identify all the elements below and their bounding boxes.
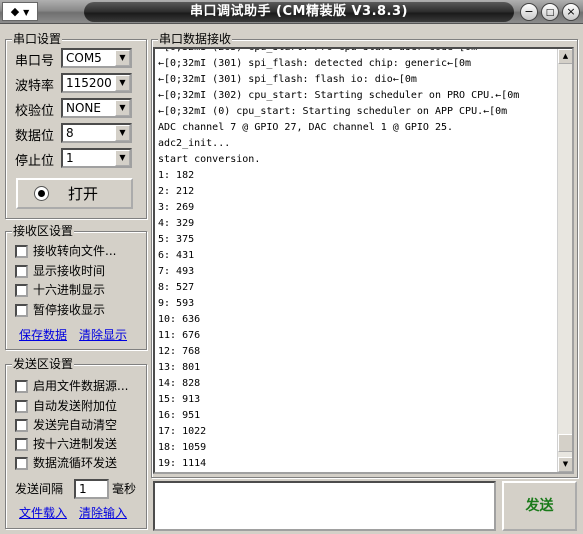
- rx-log-line: 2: 212: [158, 186, 195, 197]
- rx-log-line: adc2_init...: [158, 138, 231, 149]
- checkbox-icon[interactable]: [15, 419, 28, 432]
- checkbox-icon[interactable]: [15, 245, 28, 258]
- rx-option-label: 暂停接收显示: [33, 303, 106, 317]
- rx-log-line: 8: 527: [158, 282, 195, 293]
- parity-value: NONE: [66, 101, 101, 115]
- databits-label: 数据位: [15, 129, 55, 144]
- rx-option-label: 显示接收时间: [33, 264, 106, 278]
- tx-option-label: 自动发送附加位: [33, 399, 118, 413]
- rx-log: ←[0;32mI (263) cpu_start: Pro cpu start …: [158, 47, 520, 472]
- checkbox-icon[interactable]: [15, 438, 28, 451]
- checkbox-icon[interactable]: [15, 380, 28, 393]
- tx-option-label: 发送完自动清空: [33, 418, 118, 432]
- chevron-down-icon[interactable]: ▼: [115, 50, 130, 66]
- chevron-down-icon: ▼: [23, 8, 30, 17]
- clear-display-link[interactable]: 清除显示: [79, 328, 127, 343]
- parity-select[interactable]: NONE ▼: [61, 98, 132, 118]
- checkbox-icon[interactable]: [15, 265, 28, 278]
- chevron-down-icon[interactable]: ▼: [115, 75, 130, 91]
- rx-log-line: 9: 593: [158, 298, 195, 309]
- port-label: 串口号: [15, 54, 55, 69]
- rx-log-line: 11: 676: [158, 330, 201, 341]
- rx-log-line: 4: 329: [158, 218, 195, 229]
- rx-log-line: 18: 1059: [158, 442, 207, 453]
- rx-log-line: 19: 1114: [158, 458, 207, 469]
- rx-log-line: 14: 828: [158, 378, 201, 389]
- rx-log-line: 6: 431: [158, 250, 195, 261]
- stopbits-select[interactable]: 1 ▼: [61, 148, 132, 168]
- rx-log-line: ←[0;32mI (302) cpu_start: Starting sched…: [158, 90, 520, 101]
- chevron-down-icon[interactable]: ▼: [115, 125, 130, 141]
- clear-input-link[interactable]: 清除输入: [79, 506, 127, 521]
- save-data-link[interactable]: 保存数据: [19, 328, 67, 343]
- rx-scrollbar[interactable]: ▲ ▼: [557, 49, 572, 472]
- databits-select[interactable]: 8 ▼: [61, 123, 132, 143]
- rx-log-line: 7: 493: [158, 266, 195, 277]
- stopbits-label: 停止位: [15, 154, 55, 169]
- baud-value: 115200: [66, 76, 112, 90]
- rx-log-line: ←[0;32mI (301) spi_flash: detected chip:…: [158, 58, 472, 69]
- rx-option-label: 接收转向文件...: [33, 244, 117, 258]
- tx-option-label: 按十六进制发送: [33, 437, 118, 451]
- rx-settings-title: 接收区设置: [12, 224, 75, 239]
- rx-log-line: 10: 636: [158, 314, 201, 325]
- chevron-down-icon[interactable]: ▼: [115, 150, 130, 166]
- open-port-button[interactable]: 打开: [16, 178, 133, 209]
- rx-log-line: 16: 951: [158, 410, 201, 421]
- send-interval-label: 发送间隔: [15, 482, 64, 496]
- rx-log-line: ←[0;32mI (263) cpu_start: Pro cpu start …: [158, 47, 478, 53]
- send-interval-unit: 毫秒: [112, 482, 137, 496]
- rx-log-line: 17: 1022: [158, 426, 207, 437]
- minimize-icon: −: [524, 5, 534, 18]
- tx-option-label: 数据流循环发送: [33, 456, 118, 470]
- send-button[interactable]: 发送: [502, 481, 577, 531]
- rx-option-label: 十六进制显示: [33, 283, 106, 297]
- rx-log-line: 12: 768: [158, 346, 201, 357]
- maximize-button[interactable]: □: [541, 3, 559, 21]
- parity-label: 校验位: [15, 104, 55, 119]
- send-input[interactable]: [153, 481, 496, 531]
- scroll-thumb[interactable]: [558, 434, 572, 452]
- rx-log-line: 3: 269: [158, 202, 195, 213]
- window-title: 串口调试助手 (CM精装版 V3.8.3): [84, 2, 514, 22]
- rx-log-line: 13: 801: [158, 362, 201, 373]
- title-bar: ◆ ▼ 串口调试助手 (CM精装版 V3.8.3) − □ ×: [0, 0, 583, 24]
- serial-settings-title: 串口设置: [12, 32, 63, 47]
- maximize-icon: □: [545, 8, 555, 18]
- rx-log-line: 1: 182: [158, 170, 195, 181]
- rx-log-line: 15: 913: [158, 394, 201, 405]
- minimize-button[interactable]: −: [520, 3, 538, 21]
- databits-value: 8: [66, 126, 74, 140]
- baud-select[interactable]: 115200 ▼: [61, 73, 132, 93]
- rx-textarea[interactable]: ←[0;32mI (263) cpu_start: Pro cpu start …: [153, 47, 574, 474]
- checkbox-icon[interactable]: [15, 457, 28, 470]
- scroll-down-icon[interactable]: ▼: [558, 457, 572, 472]
- tx-settings-title: 发送区设置: [12, 357, 75, 372]
- chevron-down-icon[interactable]: ▼: [115, 100, 130, 116]
- system-menu-button[interactable]: ◆ ▼: [2, 2, 38, 21]
- baud-label: 波特率: [15, 79, 55, 94]
- rx-log-line: start conversion.: [158, 154, 261, 165]
- checkbox-icon[interactable]: [15, 304, 28, 317]
- send-interval-input[interactable]: 1: [74, 479, 109, 499]
- port-value: COM5: [66, 51, 102, 65]
- send-interval-value: 1: [79, 482, 87, 496]
- tx-option-label: 启用文件数据源...: [33, 379, 129, 393]
- close-icon: ×: [566, 5, 576, 18]
- port-select[interactable]: COM5 ▼: [61, 48, 132, 68]
- stopbits-value: 1: [66, 151, 74, 165]
- load-file-link[interactable]: 文件载入: [19, 506, 67, 521]
- rx-log-line: ←[0;32mI (0) cpu_start: Starting schedul…: [158, 106, 508, 117]
- checkbox-icon[interactable]: [15, 400, 28, 413]
- diamond-icon: ◆: [10, 5, 20, 18]
- port-status-indicator-icon: [34, 186, 49, 201]
- scroll-up-icon[interactable]: ▲: [558, 49, 572, 64]
- rx-data-title: 串口数据接收: [158, 32, 233, 47]
- rx-log-line: ←[0;32mI (301) spi_flash: flash io: dio←…: [158, 74, 417, 85]
- close-button[interactable]: ×: [562, 3, 580, 21]
- rx-log-line: 5: 375: [158, 234, 195, 245]
- rx-log-line: ADC channel 7 @ GPIO 27, DAC channel 1 @…: [158, 122, 454, 133]
- checkbox-icon[interactable]: [15, 284, 28, 297]
- open-port-label: 打开: [68, 185, 99, 203]
